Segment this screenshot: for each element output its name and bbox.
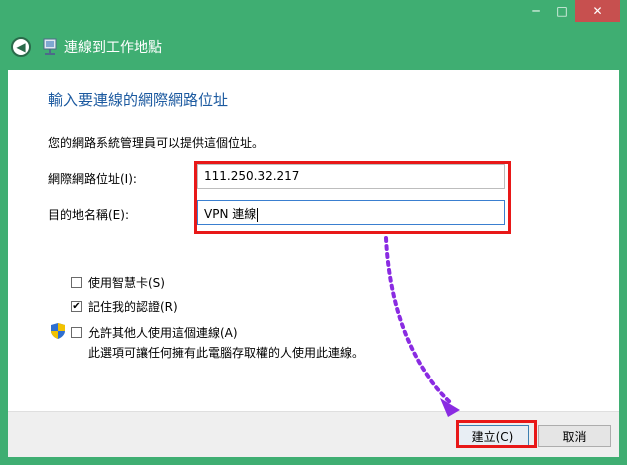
address-value: 111.250.32.217	[204, 169, 300, 183]
remember-credentials-label: 記住我的認證(R)	[88, 300, 178, 314]
page-subtitle: 您的網路系統管理員可以提供這個位址。	[48, 136, 265, 150]
allow-others-description: 此選項可讓任何擁有此電腦存取權的人使用此連線。	[88, 346, 365, 360]
maximize-button[interactable]: □	[549, 0, 575, 22]
allow-others-checkbox[interactable]	[71, 327, 82, 338]
destination-label: 目的地名稱(E):	[48, 208, 129, 222]
destination-value: VPN 連線	[204, 207, 257, 221]
create-button[interactable]: 建立(C)	[456, 425, 529, 447]
smart-card-option[interactable]: 使用智慧卡(S)	[71, 274, 165, 291]
back-button[interactable]: ◀	[11, 37, 31, 57]
dialog-content: 輸入要連線的網際網路位址 您的網路系統管理員可以提供這個位址。 網際網路位址(I…	[8, 70, 619, 411]
page-heading: 輸入要連線的網際網路位址	[48, 91, 229, 109]
shield-icon	[51, 323, 65, 339]
window-title: 連線到工作地點	[64, 40, 162, 56]
allow-others-option[interactable]: 允許其他人使用這個連線(A)	[71, 324, 238, 341]
remember-credentials-checkbox[interactable]: ✔	[71, 301, 82, 312]
destination-input[interactable]: VPN 連線	[197, 200, 505, 225]
smart-card-checkbox[interactable]	[71, 277, 82, 288]
network-icon	[43, 38, 57, 55]
close-button[interactable]: ✕	[575, 0, 620, 22]
title-bar: ◀ 連線到工作地點	[8, 28, 619, 68]
checkmark-icon: ✔	[72, 300, 81, 312]
cancel-button[interactable]: 取消	[538, 425, 611, 447]
smart-card-label: 使用智慧卡(S)	[88, 276, 165, 290]
address-input[interactable]: 111.250.32.217	[197, 164, 505, 189]
text-caret	[257, 207, 259, 222]
window-bottom-border	[0, 457, 627, 465]
remember-credentials-option[interactable]: ✔ 記住我的認證(R)	[71, 298, 178, 315]
address-label: 網際網路位址(I):	[48, 172, 137, 186]
minimize-button[interactable]: ─	[523, 0, 549, 22]
dialog-footer: 建立(C) 取消	[8, 411, 619, 458]
back-arrow-icon: ◀	[16, 40, 26, 54]
allow-others-label: 允許其他人使用這個連線(A)	[88, 326, 238, 340]
